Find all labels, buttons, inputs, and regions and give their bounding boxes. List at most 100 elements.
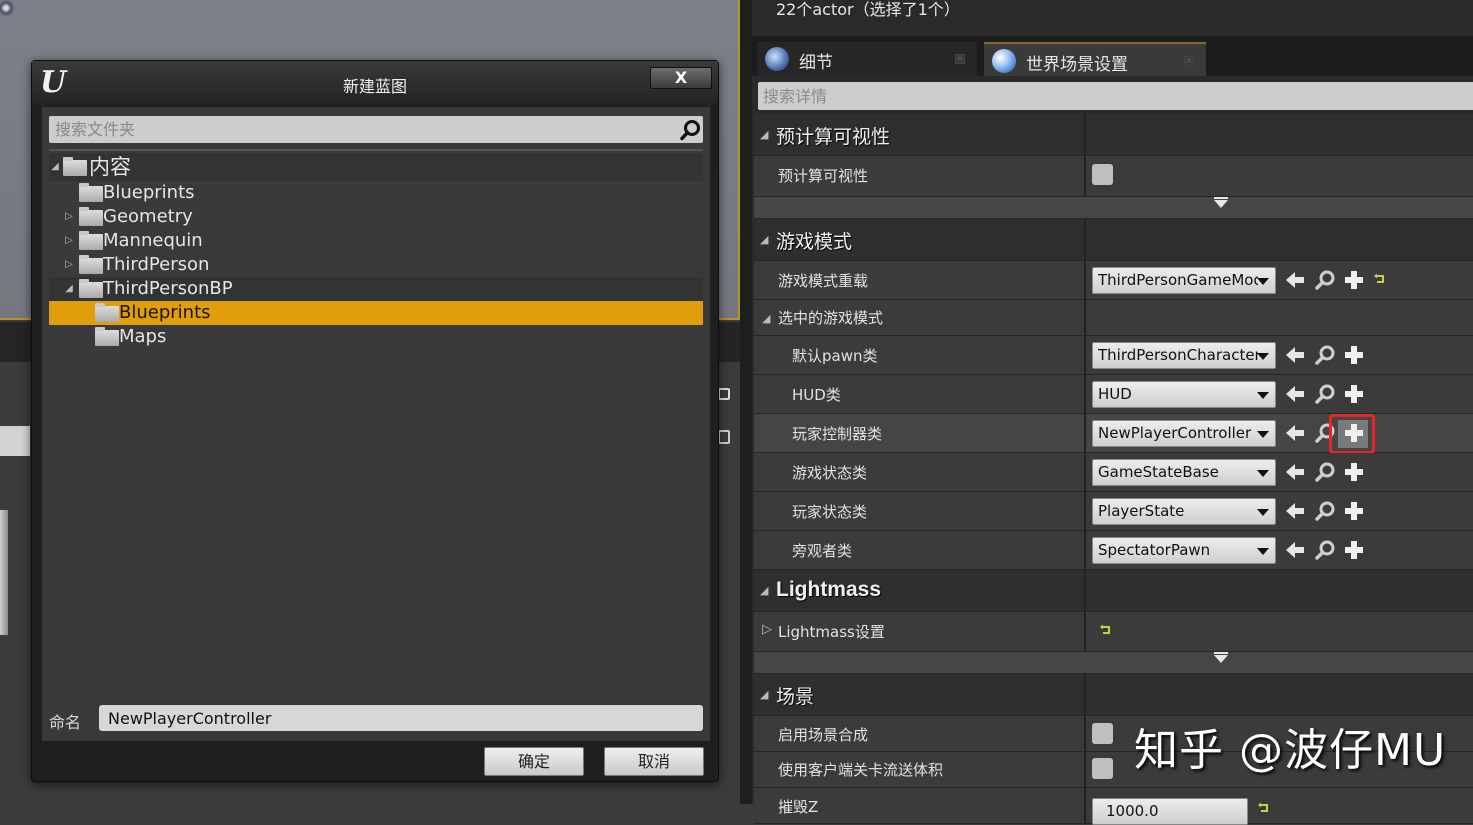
content-search-input[interactable] [0,426,30,456]
details-search-input[interactable] [763,85,1463,107]
tree-item-label: Blueprints [119,302,211,323]
use-selected-arrow-icon[interactable] [1284,500,1306,522]
use-selected-arrow-icon[interactable] [1284,539,1306,561]
chevron-down-icon [1257,278,1269,285]
expanded-arrow-icon[interactable]: ◢ [63,277,75,301]
name-label: 命名 [49,713,82,732]
class-combo[interactable]: ThirdPersonCharacter [1092,342,1276,369]
tree-item-blueprints[interactable]: Blueprints [49,181,703,205]
tree-item-label: Maps [119,326,167,347]
tree-item-label: ThirdPerson [103,254,210,275]
tree-item-mannequin[interactable]: ▷ Mannequin [49,229,703,253]
property-label: 游戏模式重载 [778,272,869,290]
tree-item-maps[interactable]: Maps [49,325,703,349]
close-tab-icon[interactable]: × [955,54,965,64]
class-combo[interactable]: SpectatorPawn [1092,537,1276,564]
tree-item-thirdpersonbp[interactable]: ◢ ThirdPersonBP [49,277,703,301]
folder-icon [79,255,103,274]
new-blueprint-dialog: U 新建蓝图 X ◢ 内容 Blueprints ▷ [31,60,719,782]
chevron-down-icon [1257,353,1269,360]
asset-thumbnail[interactable] [0,510,8,635]
expanded-arrow-icon[interactable]: ◢ [760,584,768,597]
dialog-titlebar[interactable]: U 新建蓝图 X [32,61,718,105]
use-selected-arrow-icon[interactable] [1284,422,1306,444]
close-tab-icon[interactable]: × [1184,56,1194,66]
tree-item-thirdpersonbp-blueprints[interactable]: Blueprints [49,301,703,325]
folder-open-icon [63,157,87,176]
add-plus-icon[interactable] [1343,461,1365,483]
precomputed-visibility-checkbox[interactable] [1092,164,1113,185]
collapsed-arrow-icon[interactable]: ▷ [762,622,772,637]
collapsed-arrow-icon[interactable]: ▷ [63,205,75,229]
class-combo[interactable]: NewPlayerController [1092,420,1276,447]
expand-advanced-icon[interactable] [1214,652,1228,663]
browse-magnifier-icon[interactable] [1314,539,1336,561]
kill-z-input[interactable]: 1000.0 [1092,798,1248,825]
expanded-arrow-icon[interactable]: ◢ [49,153,61,181]
property-label: 默认pawn类 [792,347,878,365]
tree-item-label: ThirdPersonBP [103,278,233,299]
browse-magnifier-icon[interactable] [1314,344,1336,366]
browse-magnifier-icon[interactable] [1314,461,1336,483]
expanded-arrow-icon[interactable]: ◢ [760,233,768,246]
property-row-lightmass-settings[interactable]: ▷ Lightmass设置 [754,612,1473,652]
advanced-expander[interactable] [754,652,1473,674]
expanded-arrow-icon[interactable]: ◢ [760,688,768,701]
property-row-class: 旁观者类 SpectatorPawn [754,531,1473,570]
expand-advanced-icon[interactable] [1214,197,1228,208]
use-selected-arrow-icon[interactable] [1284,344,1306,366]
add-plus-icon[interactable] [1343,500,1365,522]
category-game-mode[interactable]: ◢ 游戏模式 [754,219,1473,261]
panel-splitter[interactable] [740,0,752,804]
folder-tree: ◢ 内容 Blueprints ▷ Geometry ▷ Mannequin ▷ [49,153,703,349]
property-row-class: 游戏状态类 GameStateBase [754,453,1473,492]
details-search-box[interactable] [758,82,1473,110]
tab-details[interactable]: 细节 × [757,42,977,76]
expanded-arrow-icon[interactable]: ◢ [760,128,768,141]
watermark: 知乎 @波仔MU [1134,725,1447,776]
property-label: HUD类 [792,386,841,404]
tab-world-settings[interactable]: 世界场景设置 × [984,42,1206,76]
folder-search-input[interactable] [55,119,655,140]
add-plus-icon[interactable] [1343,539,1365,561]
class-combo[interactable]: HUD [1092,381,1276,408]
game-mode-override-combo[interactable]: ThirdPersonGameMode [1092,267,1276,294]
use-selected-arrow-icon[interactable] [1284,269,1306,291]
reset-to-default-icon[interactable] [1374,273,1386,285]
advanced-expander[interactable] [754,197,1473,219]
ok-button[interactable]: 确定 [484,747,584,776]
client-level-streaming-checkbox[interactable] [1092,758,1113,779]
close-button[interactable]: X [650,67,712,89]
enable-world-composition-checkbox[interactable] [1092,723,1113,744]
browse-magnifier-icon[interactable] [1314,500,1336,522]
tree-item-geometry[interactable]: ▷ Geometry [49,205,703,229]
add-plus-icon[interactable] [1343,383,1365,405]
category-lightmass[interactable]: ◢ Lightmass [754,570,1473,612]
category-world[interactable]: ◢ 场景 [754,674,1473,716]
cancel-button[interactable]: 取消 [604,747,704,776]
property-row-class: 玩家状态类 PlayerState [754,492,1473,531]
annotation-highlight-box [1329,414,1375,454]
browse-magnifier-icon[interactable] [1314,269,1336,291]
use-selected-arrow-icon[interactable] [1284,383,1306,405]
add-plus-icon[interactable] [1343,344,1365,366]
property-row-selected-game-mode[interactable]: ◢ 选中的游戏模式 [754,300,1473,336]
add-plus-icon[interactable] [1343,269,1365,291]
save-icon[interactable] [718,430,730,444]
category-precomputed-visibility[interactable]: ◢ 预计算可视性 [754,114,1473,156]
panel-icon[interactable] [718,388,730,400]
class-combo[interactable]: PlayerState [1092,498,1276,525]
class-combo[interactable]: GameStateBase [1092,459,1276,486]
dialog-title: 新建蓝图 [342,77,407,96]
tree-item-content[interactable]: ◢ 内容 [49,153,703,181]
use-selected-arrow-icon[interactable] [1284,461,1306,483]
browse-magnifier-icon[interactable] [1314,383,1336,405]
collapsed-arrow-icon[interactable]: ▷ [63,253,75,277]
reset-to-default-icon[interactable] [1100,624,1112,636]
expanded-arrow-icon[interactable]: ◢ [762,312,770,325]
blueprint-name-input[interactable] [99,705,703,731]
search-icon[interactable] [679,119,701,141]
collapsed-arrow-icon[interactable]: ▷ [63,229,75,253]
folder-search-box[interactable] [49,116,703,143]
tree-item-thirdperson[interactable]: ▷ ThirdPerson [49,253,703,277]
